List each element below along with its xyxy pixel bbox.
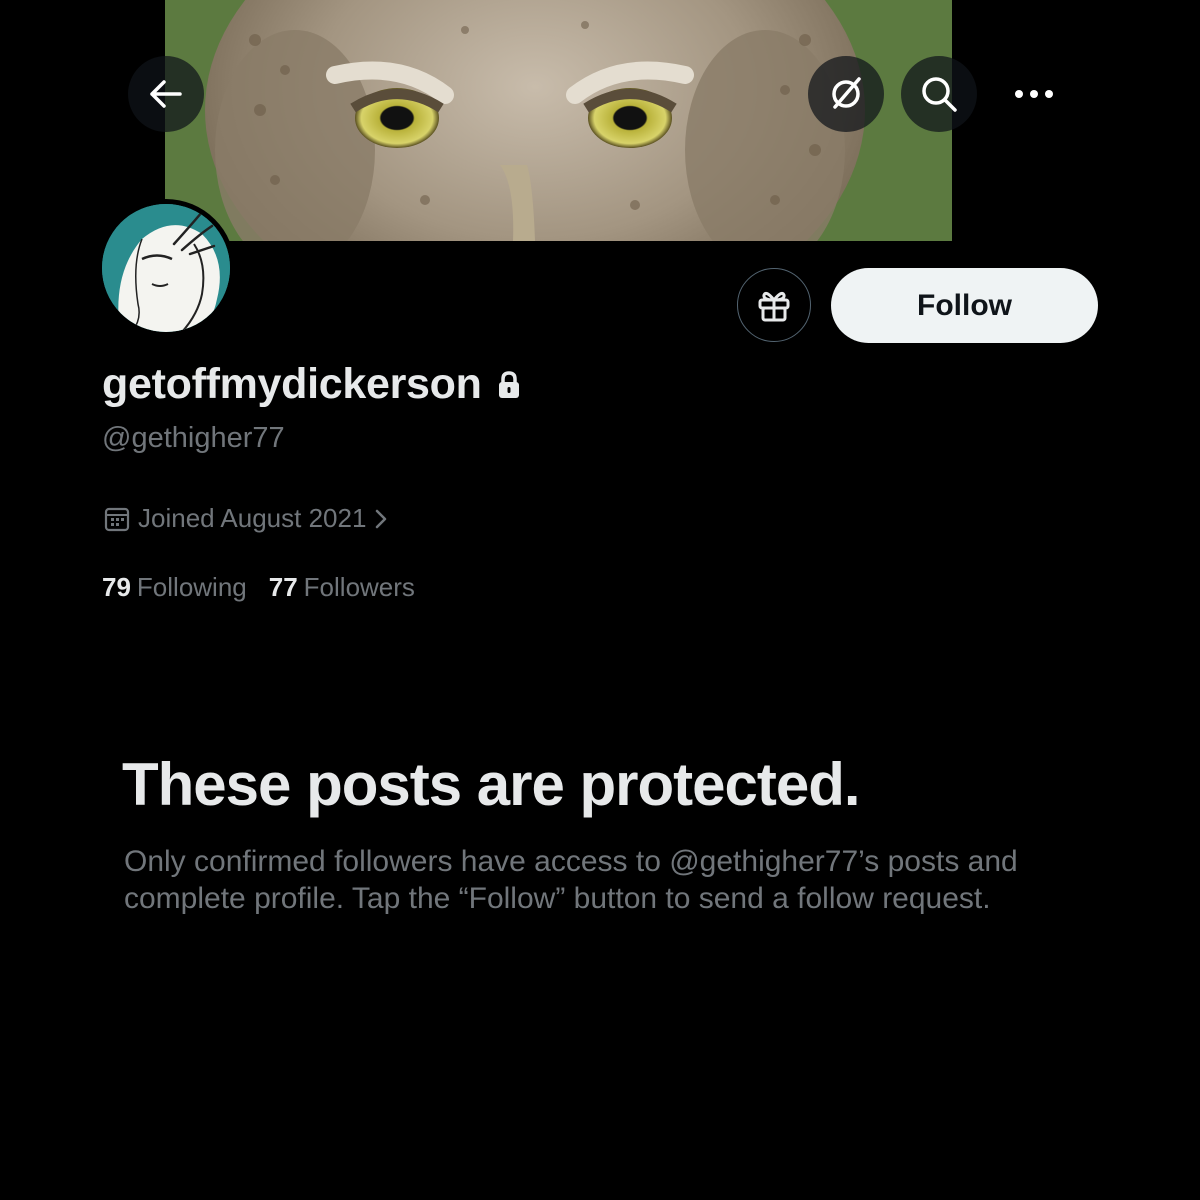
follow-stats: 79 Following 77 Followers	[102, 572, 415, 603]
following-link[interactable]: 79 Following	[102, 572, 247, 603]
protected-body: Only confirmed followers have access to …	[124, 845, 1018, 915]
avatar[interactable]	[97, 199, 235, 337]
avatar-image	[102, 204, 230, 332]
lock-icon	[498, 370, 519, 398]
user-handle: @gethigher77	[102, 422, 285, 454]
grok-icon	[832, 77, 861, 109]
display-name: getoffmydickerson	[102, 360, 482, 408]
gift-icon	[758, 291, 790, 322]
followers-label: Followers	[303, 572, 415, 602]
more-button[interactable]	[996, 56, 1072, 132]
arrow-left-icon	[150, 80, 182, 108]
profile-page: Follow getoffmydickerson @gethigher77 Jo…	[0, 0, 1200, 1200]
following-label: Following	[136, 572, 247, 602]
chevron-right-icon	[376, 509, 387, 528]
search-icon	[922, 77, 957, 112]
joined-text: Joined August 2021	[138, 503, 367, 533]
search-button[interactable]	[901, 56, 977, 132]
followers-link[interactable]: 77 Followers	[269, 572, 415, 603]
gift-button[interactable]	[737, 268, 811, 342]
more-horizontal-icon	[1015, 90, 1053, 98]
protected-title: These posts are protected.	[122, 751, 861, 818]
back-button[interactable]	[128, 56, 204, 132]
followers-count: 77	[268, 572, 298, 602]
grok-button[interactable]	[808, 56, 884, 132]
following-count: 79	[102, 572, 131, 602]
follow-button[interactable]: Follow	[831, 268, 1098, 343]
calendar-icon	[104, 507, 130, 531]
display-name-row: getoffmydickerson	[102, 360, 522, 409]
joined-date[interactable]: Joined August 2021	[104, 503, 388, 534]
